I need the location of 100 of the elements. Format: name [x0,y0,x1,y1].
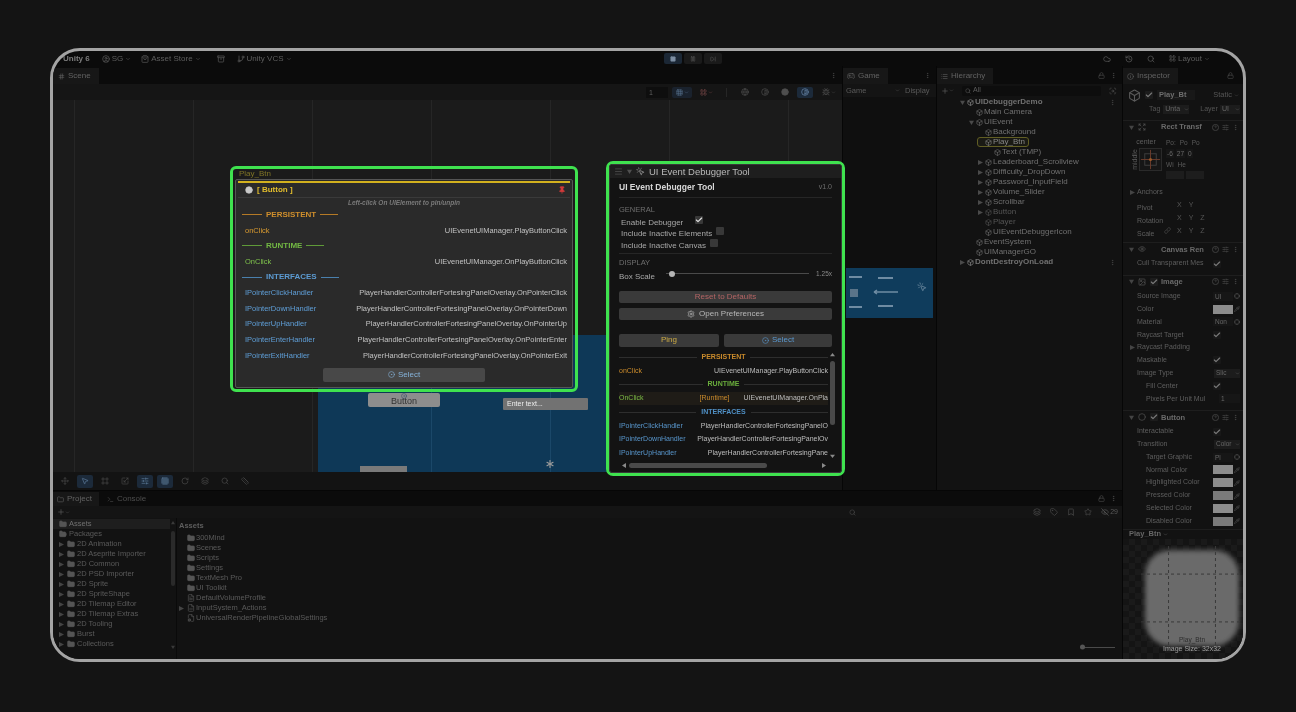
expand-arrow-icon[interactable] [59,611,64,617]
hierarchy-item[interactable]: UIEvent [968,117,1017,127]
search-icon[interactable] [849,508,857,516]
expand-arrow-icon[interactable] [59,631,64,637]
create-button[interactable] [57,508,70,516]
hierarchy-item[interactable]: Scrollbar [977,197,1029,207]
checkbox[interactable] [1213,427,1221,436]
expand-arrow-icon[interactable] [978,169,983,175]
hierarchy-item[interactable]: EventSystem [968,237,1036,247]
eyedropper-icon[interactable] [1234,479,1240,486]
scroll-right-arrow-icon[interactable] [822,462,826,468]
checkbox[interactable] [709,238,718,247]
checkbox[interactable] [1150,278,1158,286]
scene-ui-button[interactable]: Button [368,393,440,407]
collapse-arrow-icon[interactable] [1129,279,1134,285]
eyedropper-icon[interactable] [1234,505,1240,512]
version-control-dropdown[interactable]: Unity VCS [236,52,292,65]
hierarchy-item[interactable]: Leaderboard_Scrollview [977,157,1083,167]
hierarchy-item[interactable]: Difficulty_DropDown [977,167,1070,177]
tool-button[interactable] [137,474,153,488]
help-icon[interactable] [1212,245,1219,253]
target-icon[interactable] [1234,318,1240,325]
checkbox[interactable] [1150,413,1158,422]
expand-arrow-icon[interactable] [59,571,64,577]
sliders-icon[interactable] [1222,123,1229,131]
target-icon[interactable] [1234,293,1240,300]
reset-button[interactable]: Reset to Defaults [619,290,832,303]
gizmos-dropdown[interactable] [820,86,838,98]
panel-tab[interactable]: Project [53,492,99,506]
expand-arrow-icon[interactable] [1130,345,1135,351]
checkbox[interactable] [716,227,725,236]
color-swatch[interactable] [1213,465,1233,475]
checkbox[interactable] [1213,259,1221,268]
checkbox[interactable] [1213,330,1221,339]
checkbox[interactable] [1213,356,1221,365]
expand-arrow-icon[interactable] [978,159,983,165]
step-button[interactable] [704,53,722,64]
cloud-icon[interactable] [1102,54,1111,63]
select-button[interactable]: Select [724,333,832,347]
expand-arrow-icon[interactable] [59,601,64,607]
create-button[interactable] [941,86,954,95]
color-swatch[interactable] [1213,516,1233,526]
archive-icon[interactable] [216,54,225,63]
hierarchy-item[interactable]: Password_InputField [977,177,1072,187]
history-icon[interactable] [1124,54,1133,63]
expand-arrow-icon[interactable] [978,189,983,195]
eyedropper-icon[interactable] [1234,492,1240,499]
drag-handle-icon[interactable] [614,167,623,176]
scroll-left-arrow-icon[interactable] [622,462,626,468]
hierarchy-item[interactable]: UIManagerGO [968,247,1041,257]
expand-arrow-icon[interactable] [179,605,184,611]
panel-tab[interactable]: Hierarchy [937,68,994,84]
hierarchy-item[interactable]: Volume_Slider [977,187,1049,197]
stop-button[interactable] [664,53,682,64]
checkbox[interactable] [1213,381,1221,390]
hierarchy-item[interactable]: Text (TMP) [986,147,1046,157]
expand-arrow-icon[interactable] [59,551,64,557]
select-button[interactable]: Select [323,367,485,382]
checkbox[interactable] [1145,91,1153,99]
box-scale-slider[interactable] [666,270,810,277]
gizmo-dropdown[interactable] [672,86,692,98]
panel-tab[interactable]: Inspector [1123,68,1178,84]
color-swatch[interactable] [1213,478,1233,488]
expand-arrow-icon[interactable] [59,641,64,647]
sliders-icon[interactable] [1222,413,1229,421]
cube-icon[interactable] [1128,88,1141,102]
collapse-arrow-icon[interactable] [960,99,965,105]
ping-button[interactable]: Ping [619,333,719,347]
scan-search-icon[interactable] [1109,86,1117,95]
eyedropper-icon[interactable] [1234,306,1240,313]
collapse-arrow-icon[interactable] [1129,414,1134,420]
hierarchy-item[interactable]: Background [977,127,1040,137]
sliders-icon[interactable] [1222,278,1229,286]
search-icon[interactable] [1146,54,1155,63]
target-icon[interactable] [1234,454,1240,461]
color-swatch[interactable] [1213,304,1233,314]
sliders-icon[interactable] [1222,245,1229,253]
shading-mode-button[interactable] [797,86,813,98]
expand-arrow-icon[interactable] [59,561,64,567]
collapse-arrow-icon[interactable] [627,169,632,174]
tag-icon[interactable] [1050,508,1059,516]
panel-tab[interactable]: Game [843,68,888,84]
slider-thumb[interactable] [668,270,675,277]
expand-arrow-icon[interactable] [59,591,64,597]
expand-arrow-icon[interactable] [978,199,983,205]
help-icon[interactable] [1212,278,1219,286]
scroll-up-arrow-icon[interactable] [830,352,835,357]
tool-button[interactable] [157,474,173,488]
asset-store-dropdown[interactable]: Asset Store [141,52,201,65]
expand-arrow-icon[interactable] [59,541,64,547]
lock-icon[interactable] [1098,71,1105,79]
collapse-arrow-icon[interactable] [1129,246,1134,252]
scroll-down-arrow-icon[interactable] [830,454,835,458]
hierarchy-item[interactable]: UIDebuggerDemo [959,97,1047,107]
link-icon[interactable] [1164,227,1171,235]
slider-thumb[interactable] [1080,644,1085,650]
zoom-slider[interactable] [1080,644,1115,650]
expand-arrow-icon[interactable] [960,259,965,265]
eyedropper-icon[interactable] [1234,466,1240,473]
bookmark-icon[interactable] [1067,508,1076,516]
